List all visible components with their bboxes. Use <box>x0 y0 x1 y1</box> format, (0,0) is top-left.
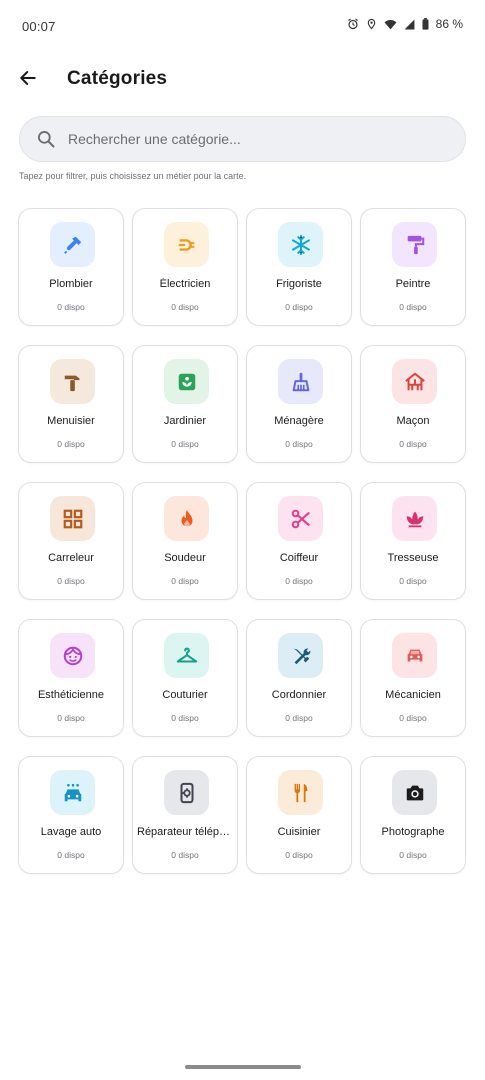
snowflake-icon <box>278 222 323 267</box>
category-name: Carreleur <box>48 552 94 564</box>
category-availability: 0 dispo <box>57 302 85 312</box>
category-card-hammer[interactable]: Menuisier 0 dispo <box>18 345 124 463</box>
car-icon <box>392 633 437 678</box>
category-card-broom[interactable]: Ménagère 0 dispo <box>246 345 352 463</box>
wifi-icon <box>384 19 397 29</box>
category-availability: 0 dispo <box>57 439 85 449</box>
category-card-flame[interactable]: Soudeur 0 dispo <box>132 482 238 600</box>
category-availability: 0 dispo <box>171 439 199 449</box>
category-card-car[interactable]: Mécanicien 0 dispo <box>360 619 466 737</box>
category-card-hanger[interactable]: Couturier 0 dispo <box>132 619 238 737</box>
category-availability: 0 dispo <box>285 850 313 860</box>
page-title: Catégories <box>67 68 168 89</box>
fork-knife-icon <box>278 770 323 815</box>
category-card-tiles[interactable]: Carreleur 0 dispo <box>18 482 124 600</box>
signal-icon <box>404 19 415 29</box>
plug-icon <box>164 222 209 267</box>
status-icons: 86 % <box>347 17 463 31</box>
face-icon <box>50 633 95 678</box>
category-availability: 0 dispo <box>57 576 85 586</box>
category-card-plug[interactable]: Électricien 0 dispo <box>132 208 238 326</box>
flame-icon <box>164 496 209 541</box>
brick-wall-icon <box>392 359 437 404</box>
category-name: Cuisinier <box>277 826 321 838</box>
scissors-icon <box>278 496 323 541</box>
category-card-plumber[interactable]: Plombier 0 dispo <box>18 208 124 326</box>
category-availability: 0 dispo <box>399 850 427 860</box>
category-availability: 0 dispo <box>285 302 313 312</box>
search-hint: Tapez pour filtrer, puis choisissez un m… <box>19 171 247 181</box>
hanger-icon <box>164 633 209 678</box>
app-bar: Catégories <box>0 58 485 100</box>
plumber-icon <box>50 222 95 267</box>
search-bar[interactable] <box>19 116 466 162</box>
category-availability: 0 dispo <box>57 713 85 723</box>
status-bar: 00:07 86 % <box>0 0 485 52</box>
lotus-icon <box>392 496 437 541</box>
broom-icon <box>278 359 323 404</box>
category-card-scissors[interactable]: Coiffeur 0 dispo <box>246 482 352 600</box>
category-name: Esthéticienne <box>37 689 105 701</box>
category-name: Électricien <box>159 278 211 290</box>
alarm-icon <box>347 18 358 30</box>
category-name: Réparateur téléphone <box>137 826 237 838</box>
location-icon <box>367 18 375 30</box>
category-name: Coiffeur <box>279 552 319 564</box>
category-card-snowflake[interactable]: Frigoriste 0 dispo <box>246 208 352 326</box>
category-name: Peintre <box>395 278 431 290</box>
category-name: Frigoriste <box>276 278 322 290</box>
category-availability: 0 dispo <box>285 439 313 449</box>
category-availability: 0 dispo <box>399 302 427 312</box>
category-availability: 0 dispo <box>171 713 199 723</box>
camera-icon <box>392 770 437 815</box>
arrow-back-icon <box>20 71 36 85</box>
home-indicator[interactable] <box>185 1065 301 1069</box>
category-card-phone-repair[interactable]: Réparateur téléphone 0 dispo <box>132 756 238 874</box>
category-grid: Plombier 0 dispo Électricien 0 dispo Frigori… <box>18 208 466 874</box>
tiles-icon <box>50 496 95 541</box>
category-card-paint-roller[interactable]: Peintre 0 dispo <box>360 208 466 326</box>
category-name: Plombier <box>49 278 93 290</box>
search-input[interactable] <box>68 131 465 147</box>
category-name: Ménagère <box>274 415 324 427</box>
category-name: Soudeur <box>164 552 206 564</box>
category-availability: 0 dispo <box>399 439 427 449</box>
back-button[interactable] <box>14 64 42 92</box>
category-name: Couturier <box>162 689 208 701</box>
car-wash-icon <box>50 770 95 815</box>
category-name: Menuisier <box>47 415 95 427</box>
category-availability: 0 dispo <box>171 850 199 860</box>
category-name: Jardinier <box>163 415 207 427</box>
category-availability: 0 dispo <box>171 576 199 586</box>
category-name: Mécanicien <box>385 689 441 701</box>
plant-icon <box>164 359 209 404</box>
category-name: Cordonnier <box>271 689 327 701</box>
category-card-brick-wall[interactable]: Maçon 0 dispo <box>360 345 466 463</box>
paint-roller-icon <box>392 222 437 267</box>
category-card-fork-knife[interactable]: Cuisinier 0 dispo <box>246 756 352 874</box>
category-card-plant[interactable]: Jardinier 0 dispo <box>132 345 238 463</box>
category-availability: 0 dispo <box>285 576 313 586</box>
battery-percent: 86 % <box>435 17 463 31</box>
category-card-car-wash[interactable]: Lavage auto 0 dispo <box>18 756 124 874</box>
tools-icon <box>278 633 323 678</box>
phone-repair-icon <box>164 770 209 815</box>
battery-icon <box>422 18 429 30</box>
category-name: Maçon <box>396 415 430 427</box>
category-availability: 0 dispo <box>399 713 427 723</box>
category-availability: 0 dispo <box>171 302 199 312</box>
category-availability: 0 dispo <box>285 713 313 723</box>
category-name: Photographe <box>381 826 445 838</box>
category-card-lotus[interactable]: Tresseuse 0 dispo <box>360 482 466 600</box>
hammer-icon <box>50 359 95 404</box>
category-availability: 0 dispo <box>57 850 85 860</box>
category-card-camera[interactable]: Photographe 0 dispo <box>360 756 466 874</box>
category-card-tools[interactable]: Cordonnier 0 dispo <box>246 619 352 737</box>
category-availability: 0 dispo <box>399 576 427 586</box>
category-card-face[interactable]: Esthéticienne 0 dispo <box>18 619 124 737</box>
category-name: Tresseuse <box>387 552 439 564</box>
status-time: 00:07 <box>22 19 56 34</box>
search-icon <box>36 129 56 149</box>
category-name: Lavage auto <box>40 826 102 838</box>
